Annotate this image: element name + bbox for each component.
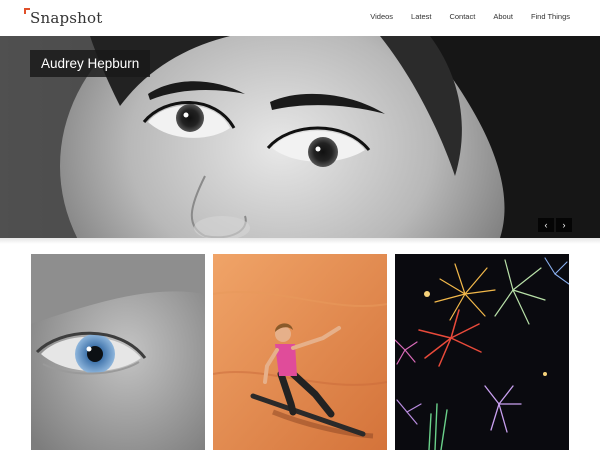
thumbnail-eye[interactable] bbox=[31, 254, 205, 450]
nav-item-latest[interactable]: Latest bbox=[411, 12, 431, 21]
hero-slider[interactable]: Audrey Hepburn ‹ › bbox=[0, 36, 600, 238]
thumbnail-eye-image bbox=[31, 254, 205, 450]
thumbnail-sandboarder[interactable] bbox=[213, 254, 387, 450]
previous-slide-button[interactable]: ‹ bbox=[538, 218, 554, 232]
main-nav: Videos Latest Contact About Find Things bbox=[352, 12, 570, 21]
nav-item-videos[interactable]: Videos bbox=[370, 12, 393, 21]
thumbnail-sandboarder-image bbox=[213, 254, 387, 450]
nav-item-find-things[interactable]: Find Things bbox=[531, 12, 570, 21]
hero-shadow bbox=[0, 238, 600, 244]
thumbnail-fireworks[interactable] bbox=[395, 254, 569, 450]
nav-item-about[interactable]: About bbox=[493, 12, 513, 21]
nav-item-contact[interactable]: Contact bbox=[449, 12, 475, 21]
site-header: Snapshot Videos Latest Contact About Fin… bbox=[0, 0, 600, 36]
hero-caption: Audrey Hepburn bbox=[30, 50, 151, 77]
logo-text: Snapshot bbox=[30, 9, 103, 27]
next-slide-button[interactable]: › bbox=[556, 218, 572, 232]
slider-controls: ‹ › bbox=[538, 218, 572, 232]
thumbnail-grid bbox=[31, 254, 569, 450]
thumbnail-fireworks-image bbox=[395, 254, 569, 450]
